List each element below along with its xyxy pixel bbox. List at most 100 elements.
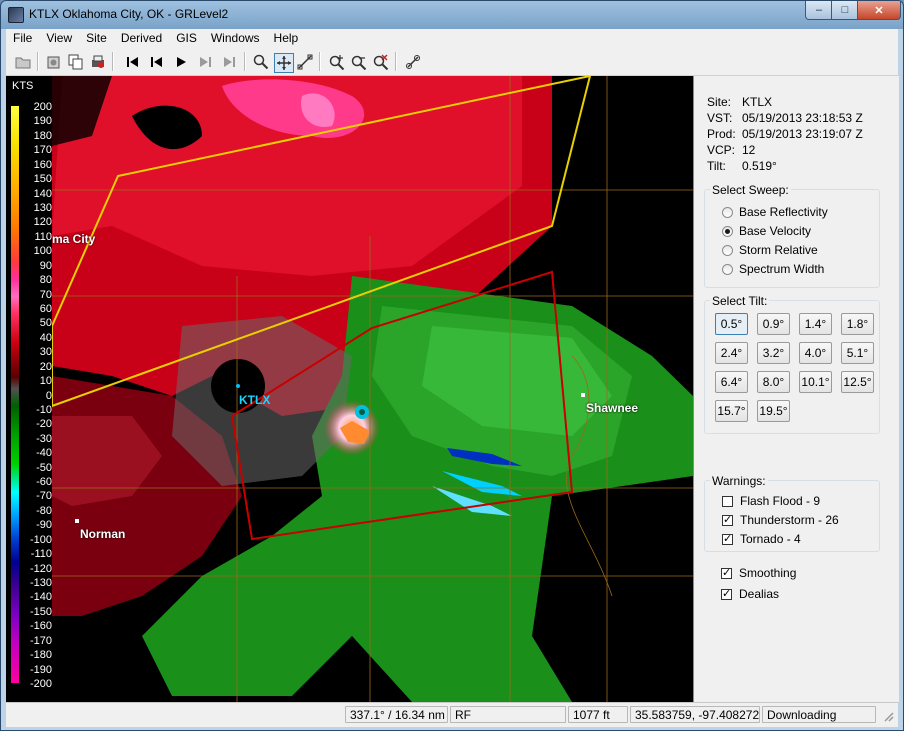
radio-circle[interactable] bbox=[722, 244, 733, 256]
toolbar-separator bbox=[37, 52, 39, 71]
menu-site[interactable]: Site bbox=[79, 29, 114, 48]
radio-circle[interactable] bbox=[722, 206, 733, 218]
legend-tick-label: -40 bbox=[36, 447, 52, 460]
radar-map[interactable]: ma City Shawnee Norman KTLX bbox=[52, 76, 693, 702]
menu-bar: File View Site Derived GIS Windows Help bbox=[6, 29, 898, 48]
zoom-reset-icon[interactable] bbox=[372, 53, 390, 71]
skip-last-icon[interactable] bbox=[220, 53, 238, 71]
checkbox-checked[interactable]: ✓ bbox=[722, 533, 733, 545]
open-folder-icon[interactable] bbox=[14, 53, 32, 71]
menu-view[interactable]: View bbox=[39, 29, 79, 48]
legend-tick-label: 150 bbox=[33, 173, 52, 186]
option-label: Dealias bbox=[739, 587, 780, 601]
legend-tick-label: 80 bbox=[39, 274, 52, 287]
option-smoothing[interactable]: ✓ Smoothing bbox=[721, 566, 796, 580]
sweep-option-label: Base Reflectivity bbox=[739, 205, 828, 219]
zoom-in-icon[interactable] bbox=[328, 53, 346, 71]
skip-first-icon[interactable] bbox=[124, 53, 142, 71]
tilt-button[interactable]: 4.0° bbox=[799, 342, 832, 364]
tilt-button[interactable]: 8.0° bbox=[757, 371, 790, 393]
city-label-norman: Norman bbox=[80, 527, 126, 541]
menu-windows[interactable]: Windows bbox=[204, 29, 267, 48]
step-back-icon[interactable] bbox=[148, 53, 166, 71]
link-icon[interactable] bbox=[404, 53, 422, 71]
legend-tick-label: -100 bbox=[29, 533, 52, 546]
legend-tick-label: 40 bbox=[39, 331, 52, 344]
tilt-button[interactable]: 10.1° bbox=[799, 371, 832, 393]
legend-tick-label: 180 bbox=[33, 129, 52, 142]
play-icon[interactable] bbox=[172, 53, 190, 71]
menu-gis[interactable]: GIS bbox=[169, 29, 204, 48]
tilt-button[interactable]: 2.4° bbox=[715, 342, 748, 364]
legend-tick-label: 100 bbox=[33, 245, 52, 258]
copy-all-icon[interactable] bbox=[67, 53, 85, 71]
legend-tick-label: -20 bbox=[36, 418, 52, 431]
tilt-button[interactable]: 1.8° bbox=[841, 313, 874, 335]
checkbox-checked[interactable]: ✓ bbox=[721, 567, 732, 579]
tilt-button[interactable]: 5.1° bbox=[841, 342, 874, 364]
resize-grip-icon[interactable] bbox=[882, 710, 894, 722]
minimize-button[interactable]: – bbox=[805, 1, 833, 20]
warning-label: Tornado - 4 bbox=[740, 532, 801, 546]
sweep-option-label: Storm Relative bbox=[739, 243, 818, 257]
tilt-button[interactable]: 1.4° bbox=[799, 313, 832, 335]
menu-file[interactable]: File bbox=[6, 29, 39, 48]
city-label-oklahoma-city: ma City bbox=[52, 232, 96, 246]
legend-tick-label: 50 bbox=[39, 317, 52, 330]
legend-tick-label: -150 bbox=[29, 605, 52, 618]
legend-tick-label: 110 bbox=[34, 230, 52, 243]
legend-tick-label: 10 bbox=[39, 375, 52, 388]
legend-tick-label: 130 bbox=[33, 201, 52, 214]
sweep-option-spectrum-width[interactable]: Spectrum Width bbox=[722, 262, 824, 276]
window-title: KTLX Oklahoma City, OK - GRLevel2 bbox=[29, 7, 229, 21]
status-state: Downloading bbox=[762, 706, 876, 723]
tilt-button[interactable]: 15.7° bbox=[715, 400, 748, 422]
site-value: KTLX bbox=[742, 95, 773, 109]
tilt-group: Select Tilt: 0.5° 0.9° 1.4° 1.8° 2.4° 3.2° 4.0… bbox=[704, 294, 880, 434]
vcp-key: VCP: bbox=[707, 143, 736, 157]
warning-flash-flood[interactable]: Flash Flood - 9 bbox=[722, 494, 820, 508]
option-dealias[interactable]: ✓ Dealias bbox=[721, 587, 779, 601]
title-bar[interactable]: KTLX Oklahoma City, OK - GRLevel2 – □ ✕ bbox=[1, 1, 903, 29]
tilt-button[interactable]: 12.5° bbox=[841, 371, 874, 393]
status-bearing: 337.1° / 16.34 nm bbox=[345, 706, 448, 723]
sweep-option-base-velocity[interactable]: Base Velocity bbox=[722, 224, 811, 238]
legend-tick-label: -110 bbox=[30, 548, 52, 561]
maximize-button[interactable]: □ bbox=[831, 1, 859, 20]
warning-thunderstorm[interactable]: ✓ Thunderstorm - 26 bbox=[722, 513, 839, 527]
radio-circle-selected[interactable] bbox=[722, 225, 733, 237]
close-button[interactable]: ✕ bbox=[857, 1, 901, 20]
menu-derived[interactable]: Derived bbox=[114, 29, 169, 48]
pan-tool-icon[interactable] bbox=[274, 53, 294, 73]
legend-tick-label: -60 bbox=[36, 476, 52, 489]
site-key: Site: bbox=[707, 95, 732, 109]
tilt-button[interactable]: 3.2° bbox=[757, 342, 790, 364]
warnings-group: Warnings: Flash Flood - 9 ✓ Thunderstorm … bbox=[704, 474, 880, 552]
checkbox-checked[interactable]: ✓ bbox=[722, 514, 733, 526]
zoom-out-icon[interactable] bbox=[350, 53, 368, 71]
copy-image-icon[interactable] bbox=[45, 53, 63, 71]
sweep-option-storm-relative[interactable]: Storm Relative bbox=[722, 243, 818, 257]
sweep-option-base-reflectivity[interactable]: Base Reflectivity bbox=[722, 205, 828, 219]
legend-tick-label: 200 bbox=[33, 101, 52, 113]
checkbox[interactable] bbox=[722, 495, 733, 507]
legend-tick-label: 30 bbox=[39, 346, 52, 359]
measure-tool-icon[interactable] bbox=[296, 53, 314, 71]
print-icon[interactable] bbox=[89, 53, 107, 71]
city-label-shawnee: Shawnee bbox=[586, 401, 639, 415]
tilt-button[interactable]: 0.5° bbox=[715, 313, 748, 335]
checkbox-checked[interactable]: ✓ bbox=[721, 588, 732, 600]
menu-help[interactable]: Help bbox=[267, 29, 306, 48]
radio-circle[interactable] bbox=[722, 263, 733, 275]
tilt-button[interactable]: 6.4° bbox=[715, 371, 748, 393]
step-forward-icon[interactable] bbox=[196, 53, 214, 71]
warning-tornado[interactable]: ✓ Tornado - 4 bbox=[722, 532, 801, 546]
tilt-button[interactable]: 19.5° bbox=[757, 400, 790, 422]
tilt-button[interactable]: 0.9° bbox=[757, 313, 790, 335]
status-coordinates: 35.583759, -97.408272 bbox=[630, 706, 760, 723]
toolbar-separator bbox=[244, 52, 246, 71]
zoom-tool-icon[interactable] bbox=[252, 53, 270, 71]
vst-key: VST: bbox=[707, 111, 733, 125]
status-bar: 337.1° / 16.34 nm RF 1077 ft 35.583759, … bbox=[6, 702, 898, 727]
legend-tick-label: -130 bbox=[29, 577, 52, 590]
